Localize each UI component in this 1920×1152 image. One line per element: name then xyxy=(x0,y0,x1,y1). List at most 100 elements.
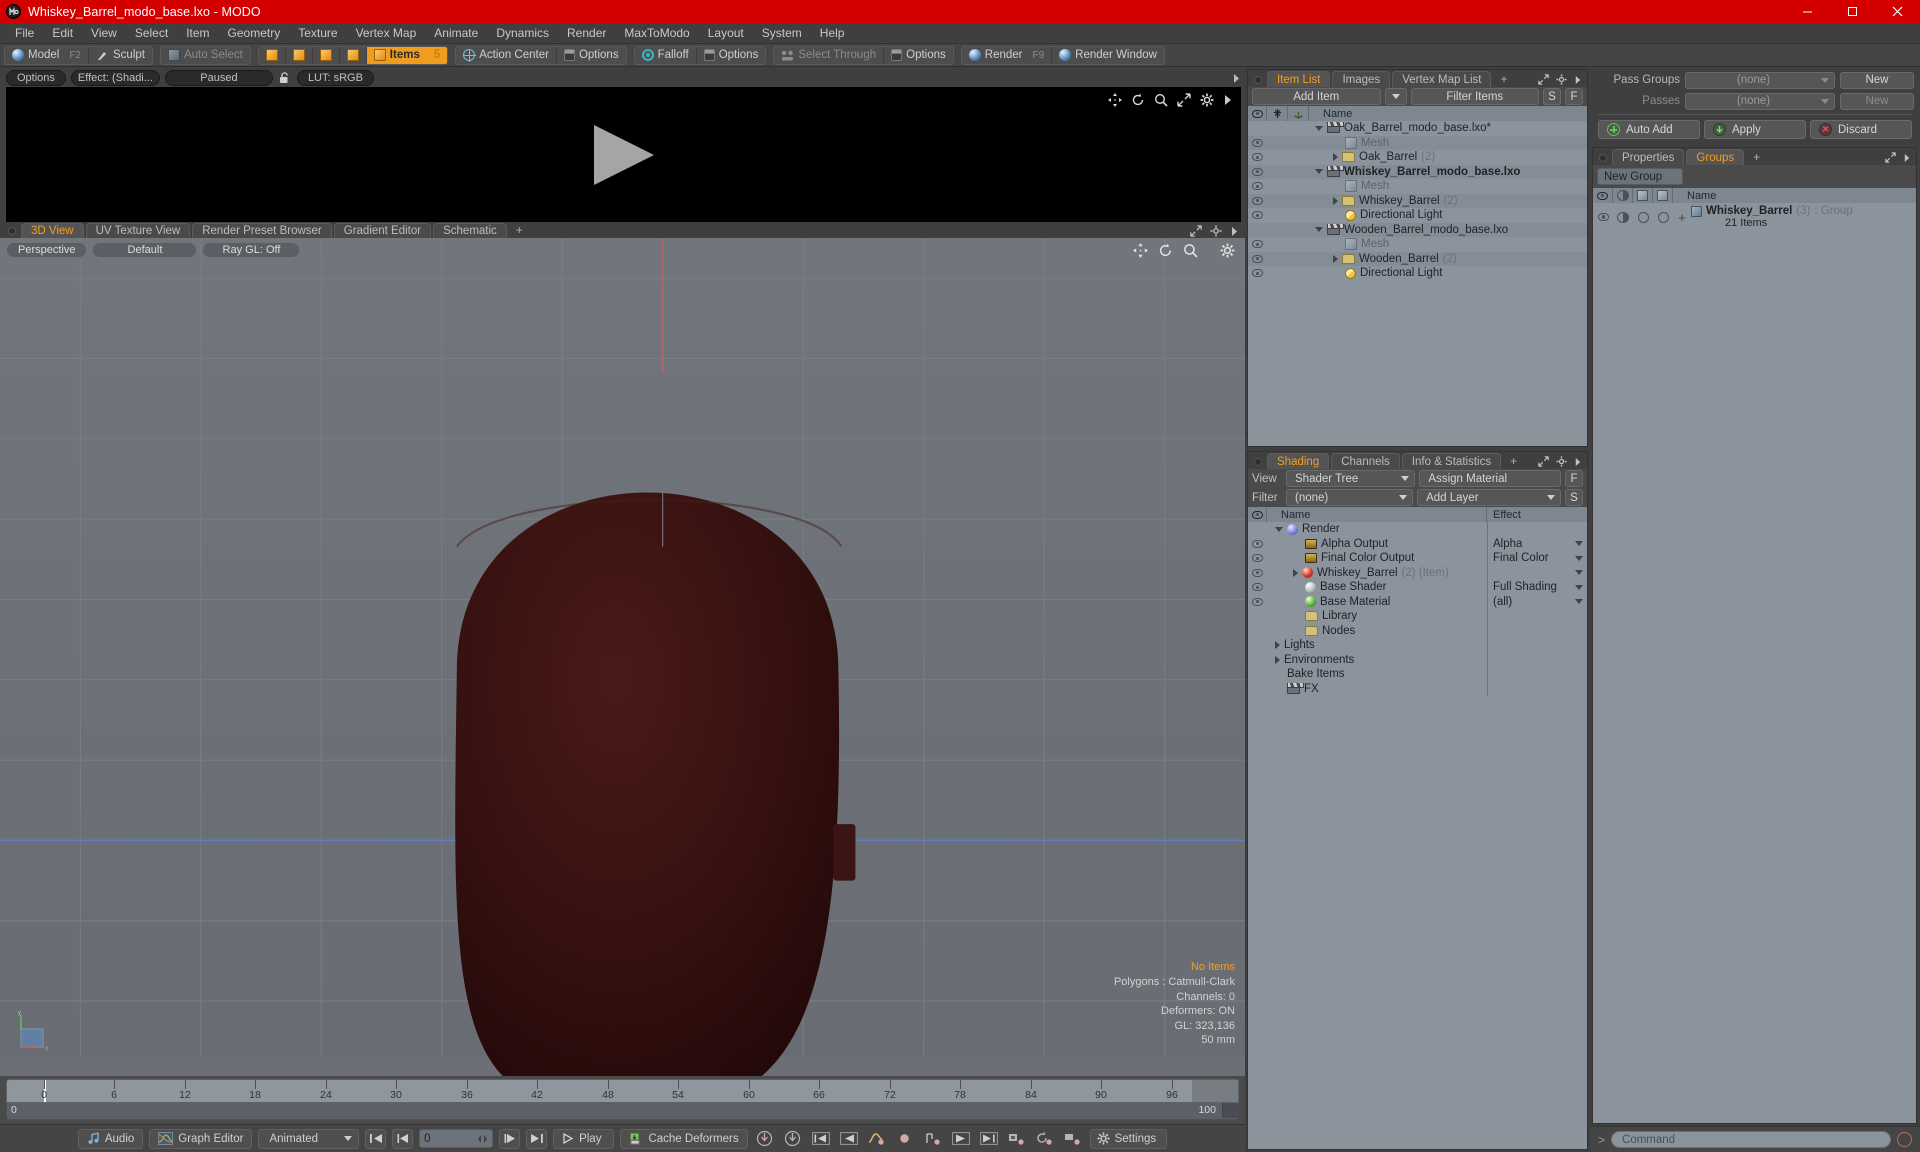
frame-stepper-icon[interactable] xyxy=(477,1134,488,1144)
shading-row-effect-cell[interactable]: Alpha xyxy=(1487,536,1587,551)
apply-button[interactable]: Apply xyxy=(1704,120,1806,139)
shading-f-button[interactable]: F xyxy=(1565,470,1583,487)
menu-item-maxtomodo[interactable]: MaxToModo xyxy=(615,23,698,44)
add-key-curve-button[interactable] xyxy=(866,1129,888,1149)
prev-key-button[interactable] xyxy=(810,1129,832,1149)
settings-button[interactable]: Settings xyxy=(1089,1128,1168,1149)
table-row[interactable]: Wooden_Barrel_modo_base.lxo xyxy=(1248,222,1587,237)
groups-menu-arrow-icon[interactable] xyxy=(1903,153,1911,163)
twisty-closed-icon[interactable] xyxy=(1275,641,1280,650)
menu-item-system[interactable]: System xyxy=(753,23,811,44)
step-forward-button[interactable] xyxy=(499,1128,521,1149)
command-record-icon[interactable] xyxy=(1897,1132,1912,1147)
panel-grip-icon[interactable] xyxy=(8,227,16,235)
key-all-channels-button[interactable] xyxy=(754,1129,776,1149)
render-options-button[interactable]: Options xyxy=(6,70,66,86)
select-through-button[interactable]: Select Through xyxy=(774,46,885,64)
play-button[interactable]: Play xyxy=(553,1128,615,1149)
twisty-closed-icon[interactable] xyxy=(1333,254,1338,263)
shading-grip-icon[interactable] xyxy=(1254,458,1262,466)
item-list-add-tab[interactable]: + xyxy=(1493,72,1514,87)
tab-vertex-map-list[interactable]: Vertex Map List xyxy=(1392,71,1492,87)
menu-item-layout[interactable]: Layout xyxy=(699,23,753,44)
table-row[interactable]: Bake Items xyxy=(1248,667,1587,682)
tab-item-list[interactable]: Item List xyxy=(1267,71,1331,87)
shading-col-visibility-icon[interactable] xyxy=(1248,507,1267,522)
tab-render-preset-browser[interactable]: Render Preset Browser xyxy=(192,223,332,238)
next-key-button[interactable] xyxy=(978,1129,1000,1149)
row-visibility-toggle[interactable] xyxy=(1248,153,1267,162)
model-mode-button[interactable]: Model F2 xyxy=(5,46,89,64)
shading-row-effect-cell[interactable]: Final Color xyxy=(1487,551,1587,566)
tab-images[interactable]: Images xyxy=(1332,71,1391,87)
animation-mode-select[interactable]: Animated xyxy=(258,1128,360,1149)
range-cap[interactable] xyxy=(1222,1103,1238,1118)
menu-item-dynamics[interactable]: Dynamics xyxy=(487,23,558,44)
pass-groups-new-button[interactable]: New xyxy=(1840,71,1914,89)
menu-item-view[interactable]: View xyxy=(82,23,126,44)
add-item-button[interactable]: Add Item xyxy=(1252,88,1381,105)
group-solid-toggle[interactable] xyxy=(1653,211,1673,223)
item-list-expand-icon[interactable] xyxy=(1538,74,1549,85)
group-visibility-toggle[interactable] xyxy=(1593,213,1613,221)
groups-col-shade-icon[interactable] xyxy=(1613,188,1633,203)
item-list-grip-icon[interactable] xyxy=(1254,76,1262,84)
twisty-closed-icon[interactable] xyxy=(1333,196,1338,205)
add-tab-button[interactable]: + xyxy=(509,223,530,238)
goto-start-button[interactable] xyxy=(365,1128,387,1149)
auto-add-button[interactable]: Auto Add xyxy=(1598,120,1700,139)
groups-list-body[interactable]: + Whiskey_Barrel (3) : Group 21 Items xyxy=(1593,203,1916,1123)
edges-mode-button[interactable] xyxy=(286,46,313,64)
viewport-gear-icon[interactable] xyxy=(1210,225,1222,237)
tab-groups[interactable]: Groups xyxy=(1686,149,1745,165)
group-shade-toggle[interactable] xyxy=(1613,211,1633,223)
groups-grip-icon[interactable] xyxy=(1599,154,1607,162)
shading-row-visibility-toggle[interactable] xyxy=(1248,583,1267,592)
graph-editor-button[interactable]: Graph Editor xyxy=(149,1128,253,1149)
prev-key-step-button[interactable] xyxy=(838,1129,860,1149)
twisty-closed-icon[interactable] xyxy=(1333,153,1338,162)
vertices-mode-button[interactable] xyxy=(259,46,286,64)
minimize-button[interactable] xyxy=(1785,0,1830,23)
twisty-open-icon[interactable] xyxy=(1315,227,1323,233)
menu-item-edit[interactable]: Edit xyxy=(43,23,82,44)
pan-icon[interactable] xyxy=(1108,93,1122,107)
shading-row-visibility-toggle[interactable] xyxy=(1248,539,1267,548)
shading-gear-icon[interactable] xyxy=(1556,456,1567,467)
maximize-button[interactable] xyxy=(1830,0,1875,23)
falloff-button[interactable]: Falloff xyxy=(635,46,697,64)
col-visibility-icon[interactable] xyxy=(1248,106,1267,121)
materials-mode-button[interactable] xyxy=(340,46,367,64)
audio-button[interactable]: Audio xyxy=(77,1128,144,1149)
viewport-rotate-icon[interactable] xyxy=(1158,243,1173,258)
render-paused-button[interactable]: Paused xyxy=(164,70,273,86)
twisty-closed-icon[interactable] xyxy=(1293,568,1298,577)
item-list-gear-icon[interactable] xyxy=(1556,74,1567,85)
table-row[interactable]: Directional Light xyxy=(1248,266,1587,281)
group-wire-toggle[interactable] xyxy=(1633,211,1653,223)
timeline-range-bar[interactable]: 0 100 xyxy=(6,1103,1239,1120)
menu-item-vertex-map[interactable]: Vertex Map xyxy=(347,23,426,44)
expand-icon[interactable] xyxy=(1177,93,1191,107)
play-overlay-icon[interactable] xyxy=(588,122,660,188)
row-visibility-toggle[interactable] xyxy=(1248,254,1267,263)
table-row[interactable]: Whiskey_Barrel (2) (Item) xyxy=(1248,565,1587,580)
table-row[interactable]: Final Color Output Final Color xyxy=(1248,551,1587,566)
menu-item-help[interactable]: Help xyxy=(811,23,854,44)
tab-uv-texture-view[interactable]: UV Texture View xyxy=(85,223,191,238)
viewport-perspective-button[interactable]: Perspective xyxy=(6,242,88,258)
shading-row-effect-cell[interactable] xyxy=(1487,565,1587,580)
shading-row-visibility-toggle[interactable] xyxy=(1248,554,1267,563)
row-visibility-toggle[interactable] xyxy=(1248,196,1267,205)
table-row[interactable]: Render xyxy=(1248,522,1587,537)
item-list-s-button[interactable]: S xyxy=(1543,88,1561,105)
render-more-arrow-icon[interactable] xyxy=(1232,73,1241,84)
assign-material-button[interactable]: Assign Material xyxy=(1419,470,1561,487)
sculpt-mode-button[interactable]: Sculpt xyxy=(89,47,152,64)
twisty-open-icon[interactable] xyxy=(1315,169,1323,175)
tab-3d-view[interactable]: 3D View xyxy=(21,223,84,238)
action-center-options-button[interactable]: Options xyxy=(557,47,626,64)
table-row[interactable]: Mesh xyxy=(1248,179,1587,194)
viewport-zoom-icon[interactable] xyxy=(1183,243,1198,258)
groups-add-tab[interactable]: + xyxy=(1746,150,1767,165)
